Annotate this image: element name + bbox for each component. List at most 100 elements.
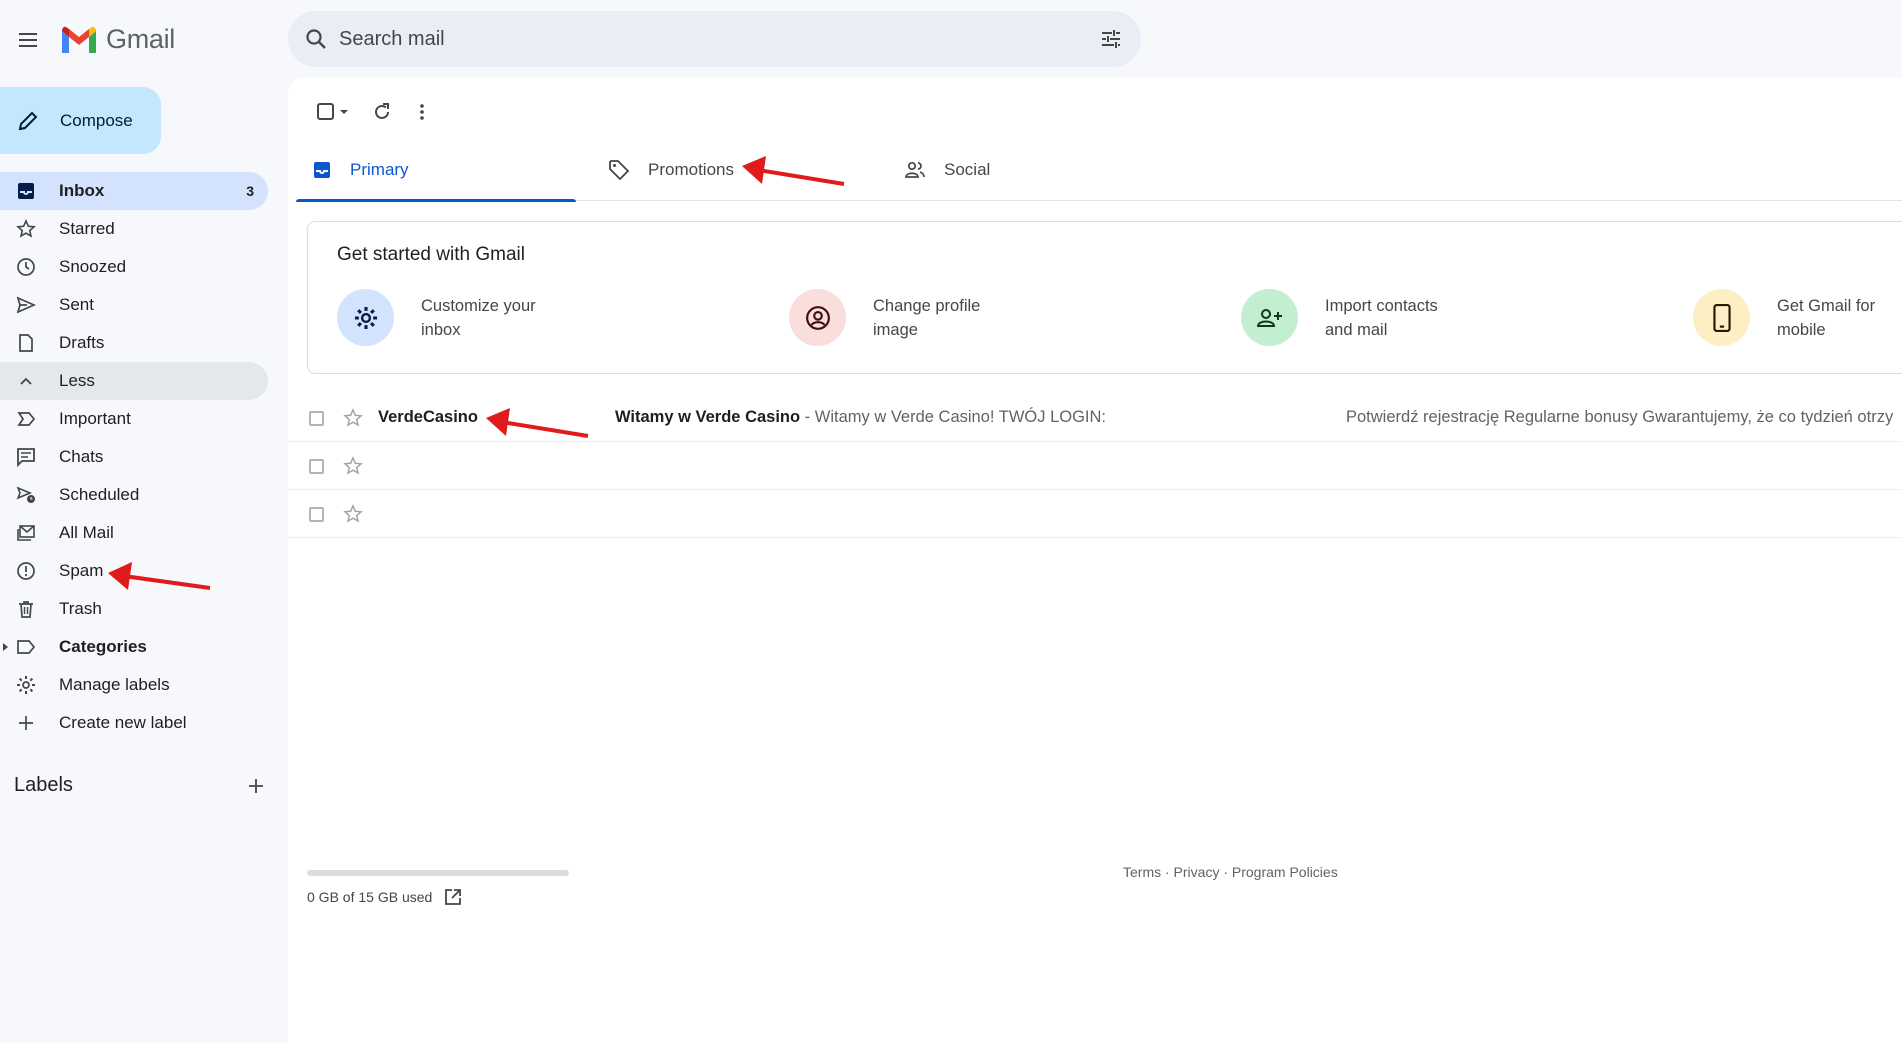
email-subject-line: Witamy w Verde Casino - Witamy w Verde C… bbox=[615, 408, 1106, 427]
search-input[interactable] bbox=[339, 21, 1019, 57]
chevron-up-icon bbox=[14, 369, 38, 393]
add-label-icon[interactable] bbox=[246, 776, 266, 796]
sidebar-item-all-mail[interactable]: All Mail bbox=[0, 514, 268, 552]
account-circle-icon bbox=[789, 289, 846, 346]
get-started-import-contacts[interactable]: Import contacts and mail bbox=[1241, 289, 1475, 346]
email-sender: VerdeCasino bbox=[378, 408, 478, 426]
storage-usage-bar bbox=[307, 870, 569, 876]
sidebar-item-important[interactable]: Important bbox=[0, 400, 268, 438]
sidebar-item-chats[interactable]: Chats bbox=[0, 438, 268, 476]
email-preview: Potwierdź rejestrację Regularne bonusy G… bbox=[1346, 408, 1894, 426]
tab-label: Promotions bbox=[648, 159, 734, 179]
app-name: Gmail bbox=[106, 24, 176, 54]
important-icon bbox=[14, 407, 38, 431]
row-checkbox[interactable] bbox=[309, 507, 324, 522]
top-bar: Gmail bbox=[0, 0, 1902, 80]
phone-icon bbox=[1693, 289, 1750, 346]
sidebar-item-label: Create new label bbox=[59, 713, 187, 732]
sidebar-item-drafts[interactable]: Drafts bbox=[0, 324, 268, 362]
sidebar-item-label: Categories bbox=[59, 637, 147, 656]
sidebar-item-label: Starred bbox=[59, 219, 115, 238]
label-icon bbox=[14, 635, 38, 659]
storage-info: 0 GB of 15 GB used bbox=[307, 888, 462, 906]
sidebar-item-less[interactable]: Less bbox=[0, 362, 268, 400]
sidebar-item-label: All Mail bbox=[59, 523, 114, 542]
sidebar-item-label: Spam bbox=[59, 561, 104, 580]
get-started-customize-inbox[interactable]: Customize your inbox bbox=[337, 289, 571, 346]
chat-icon bbox=[14, 445, 38, 469]
sidebar: Compose Inbox 3 Starred Snoozed Sent Dra… bbox=[0, 80, 288, 1043]
sidebar-item-label: Less bbox=[59, 371, 95, 390]
sidebar-item-starred[interactable]: Starred bbox=[0, 210, 268, 248]
sidebar-item-sent[interactable]: Sent bbox=[0, 286, 268, 324]
sidebar-item-label: Important bbox=[59, 409, 131, 428]
sidebar-item-label: Inbox bbox=[59, 181, 105, 200]
refresh-button[interactable] bbox=[362, 92, 402, 132]
select-all-checkbox[interactable] bbox=[308, 92, 362, 132]
search-bar[interactable] bbox=[288, 11, 1141, 67]
sidebar-item-inbox[interactable]: Inbox 3 bbox=[0, 172, 268, 210]
labels-section-header: Labels bbox=[14, 774, 266, 797]
star-icon[interactable] bbox=[343, 504, 363, 524]
tab-primary[interactable]: Primary bbox=[296, 138, 576, 202]
star-icon[interactable] bbox=[343, 408, 363, 428]
sidebar-item-label: Chats bbox=[59, 447, 104, 466]
inbox-icon bbox=[14, 179, 38, 203]
sidebar-item-manage-labels[interactable]: Manage labels bbox=[0, 666, 268, 704]
compose-button[interactable]: Compose bbox=[0, 87, 161, 154]
scheduled-icon bbox=[14, 483, 38, 507]
email-subject: Witamy w Verde Casino bbox=[615, 408, 801, 426]
spam-icon bbox=[14, 559, 38, 583]
sidebar-item-scheduled[interactable]: Scheduled bbox=[0, 476, 268, 514]
people-icon bbox=[905, 161, 925, 178]
tab-social[interactable]: Social bbox=[888, 138, 1168, 201]
inbox-icon bbox=[314, 161, 330, 178]
more-options-button[interactable] bbox=[402, 92, 442, 132]
nav-list: Inbox 3 Starred Snoozed Sent Drafts Less… bbox=[0, 172, 268, 742]
search-icon[interactable] bbox=[304, 27, 328, 56]
more-vert-icon bbox=[420, 104, 424, 120]
open-in-new-icon[interactable] bbox=[444, 888, 462, 906]
email-row[interactable] bbox=[288, 442, 1902, 490]
tab-promotions[interactable]: Promotions bbox=[592, 138, 872, 201]
get-started-text: Import contacts and mail bbox=[1325, 296, 1438, 339]
sidebar-item-label: Sent bbox=[59, 295, 94, 314]
compose-label: Compose bbox=[60, 110, 133, 130]
main-menu-button[interactable] bbox=[12, 24, 44, 56]
sidebar-item-trash[interactable]: Trash bbox=[0, 590, 268, 628]
email-snippet: - Witamy w Verde Casino! TWÓJ LOGIN: bbox=[800, 408, 1107, 426]
gmail-logo[interactable]: Gmail bbox=[60, 24, 175, 55]
footer-links[interactable]: Terms · Privacy · Program Policies bbox=[1123, 864, 1338, 880]
tab-label: Social bbox=[944, 159, 991, 179]
sidebar-item-label: Trash bbox=[59, 599, 102, 618]
unread-count: 3 bbox=[246, 183, 254, 199]
expand-caret-icon[interactable] bbox=[3, 643, 8, 651]
pencil-icon bbox=[18, 111, 38, 130]
get-started-change-profile-image[interactable]: Change profile image bbox=[789, 289, 1023, 346]
get-started-text: Customize your inbox bbox=[421, 296, 536, 339]
gear-icon bbox=[337, 289, 394, 346]
sidebar-item-snoozed[interactable]: Snoozed bbox=[0, 248, 268, 286]
plus-icon bbox=[14, 711, 38, 735]
storage-text: 0 GB of 15 GB used bbox=[307, 889, 433, 905]
tab-label: Primary bbox=[350, 159, 409, 179]
email-row[interactable] bbox=[288, 490, 1902, 538]
trash-icon bbox=[14, 597, 38, 621]
star-icon[interactable] bbox=[343, 456, 363, 476]
search-options-icon[interactable] bbox=[1099, 27, 1123, 56]
checkbox-dropdown-icon bbox=[317, 103, 348, 120]
get-started-text: Change profile image bbox=[873, 296, 981, 339]
get-started-card: Get started with Gmail Customize your inb… bbox=[307, 221, 1902, 374]
sidebar-item-create-label[interactable]: Create new label bbox=[0, 704, 268, 742]
sidebar-item-spam[interactable]: Spam bbox=[0, 552, 268, 590]
hamburger-icon bbox=[19, 33, 37, 47]
gear-icon bbox=[14, 673, 38, 697]
row-checkbox[interactable] bbox=[309, 411, 324, 426]
sidebar-item-categories[interactable]: Categories bbox=[0, 628, 268, 666]
labels-title: Labels bbox=[14, 774, 73, 796]
list-toolbar bbox=[308, 92, 442, 132]
sidebar-item-label: Scheduled bbox=[59, 485, 140, 504]
get-started-gmail-mobile[interactable]: Get Gmail for mobile bbox=[1693, 289, 1902, 346]
email-row[interactable]: VerdeCasino Witamy w Verde Casino - Wita… bbox=[288, 394, 1902, 442]
row-checkbox[interactable] bbox=[309, 459, 324, 474]
